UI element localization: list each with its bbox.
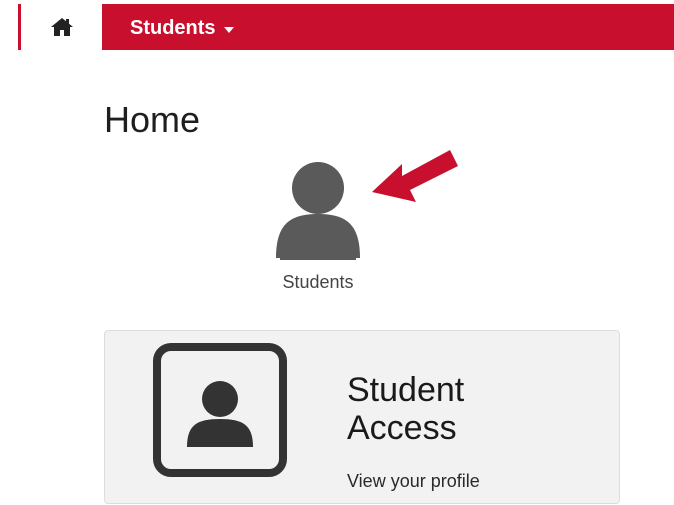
red-arrow-icon	[372, 150, 458, 202]
students-menu-label: Students	[130, 16, 216, 39]
card-subtitle: View your profile	[347, 471, 480, 491]
user-icon-frame	[153, 343, 287, 477]
page-title: Home	[104, 99, 201, 140]
students-tile-label: Students	[282, 272, 354, 292]
students-menu[interactable]: Students	[130, 14, 234, 42]
home-icon	[50, 17, 74, 37]
home-tab[interactable]	[18, 4, 102, 50]
card-title-line2: Access	[347, 409, 457, 447]
card-title-line1: Student	[347, 371, 465, 409]
top-navigation: Students	[0, 0, 674, 50]
page: Students Home Students Student Access Vi…	[0, 0, 674, 505]
student-access-card[interactable]: Student Access View your profile	[104, 330, 620, 504]
caret-down-icon	[223, 27, 234, 33]
user-icon	[187, 381, 253, 447]
card-title: Student Access	[347, 371, 464, 447]
user-icon	[276, 162, 360, 260]
